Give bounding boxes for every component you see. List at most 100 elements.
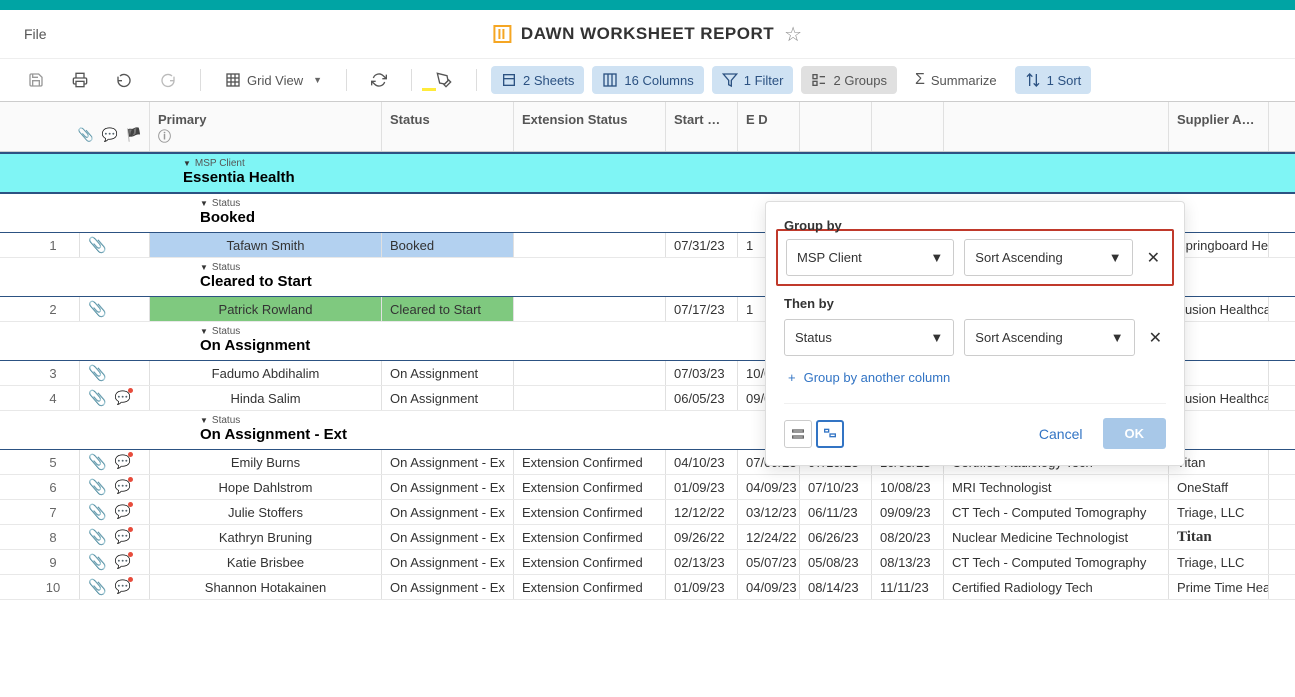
col-status[interactable]: Status [382, 102, 514, 151]
attachment-icon[interactable]: 📎 [88, 478, 107, 496]
cell-supplier[interactable]: Triage, LLC [1169, 550, 1269, 574]
cell-primary[interactable]: Fadumo Abdihalim [150, 361, 382, 385]
sort-button[interactable]: 1 Sort [1015, 66, 1092, 94]
cell-job[interactable]: CT Tech - Computed Tomography [944, 500, 1169, 524]
cell-date1[interactable]: 07/03/23 [666, 361, 738, 385]
cancel-button[interactable]: Cancel [1039, 426, 1083, 442]
cell-status[interactable]: Cleared to Start [382, 297, 514, 321]
cell-date2[interactable]: 04/09/23 [738, 475, 800, 499]
cell-primary[interactable]: Hope Dahlstrom [150, 475, 382, 499]
comment-icon[interactable]: 💬 [115, 529, 131, 545]
columns-button[interactable]: 16 Columns [592, 66, 703, 94]
comment-icon[interactable]: 💬 [115, 454, 131, 470]
cell-ext[interactable]: Extension Confirmed [514, 550, 666, 574]
group-sort-select-1[interactable]: Sort Ascending ▼ [964, 239, 1132, 276]
cell-supplier[interactable]: Triage, LLC [1169, 500, 1269, 524]
cell-date1[interactable]: 09/26/22 [666, 525, 738, 549]
info-icon[interactable]: ⓘ [158, 126, 171, 145]
cell-date1[interactable]: 07/17/23 [666, 297, 738, 321]
file-menu[interactable]: File [24, 26, 47, 42]
attachment-icon[interactable]: 📎 [88, 553, 107, 571]
cell-ext[interactable]: Extension Confirmed [514, 500, 666, 524]
cell-date4[interactable]: 08/20/23 [872, 525, 944, 549]
cell-date1[interactable]: 02/13/23 [666, 550, 738, 574]
comment-icon[interactable]: 💬 [115, 504, 131, 520]
remove-group-1[interactable]: ✕ [1143, 244, 1164, 272]
cell-supplier[interactable]: Prime Time Hea [1169, 575, 1269, 599]
save-button[interactable] [18, 66, 54, 94]
group-field-select-2[interactable]: Status ▼ [784, 319, 954, 356]
cell-ext[interactable]: Extension Confirmed [514, 575, 666, 599]
col-supplier[interactable]: Supplier Agen [1169, 102, 1269, 151]
col-job[interactable] [944, 102, 1169, 151]
redo-button[interactable] [150, 66, 186, 94]
cell-date4[interactable]: 11/11/23 [872, 575, 944, 599]
attachment-icon[interactable]: 📎 [88, 453, 107, 471]
grid-view-dropdown[interactable]: Grid View ▼ [215, 66, 332, 94]
cell-status[interactable]: On Assignment [382, 361, 514, 385]
cell-date1[interactable]: 01/09/23 [666, 575, 738, 599]
cell-supplier[interactable]: Titan [1169, 525, 1269, 549]
cell-primary[interactable]: Emily Burns [150, 450, 382, 474]
summarize-button[interactable]: Σ Summarize [905, 65, 1007, 95]
cell-date2[interactable]: 05/07/23 [738, 550, 800, 574]
col-6[interactable] [800, 102, 872, 151]
attachment-icon[interactable]: 📎 [88, 236, 107, 254]
refresh-button[interactable] [361, 66, 397, 94]
comment-icon[interactable]: 💬 [115, 579, 131, 595]
cell-date2[interactable]: 04/09/23 [738, 575, 800, 599]
cell-primary[interactable]: Julie Stoffers [150, 500, 382, 524]
star-icon[interactable]: ☆ [784, 22, 802, 47]
group-sort-select-2[interactable]: Sort Ascending ▼ [964, 319, 1134, 356]
cell-status[interactable]: Booked [382, 233, 514, 257]
attachment-icon[interactable]: 📎 [88, 578, 107, 596]
cell-date1[interactable]: 04/10/23 [666, 450, 738, 474]
table-row[interactable]: 8📎💬Kathryn BruningOn Assignment - ExExte… [0, 525, 1295, 550]
cell-primary[interactable]: Tafawn Smith [150, 233, 382, 257]
cell-job[interactable]: CT Tech - Computed Tomography [944, 550, 1169, 574]
cell-status[interactable]: On Assignment - Ex [382, 450, 514, 474]
table-row[interactable]: 7📎💬Julie StoffersOn Assignment - ExExten… [0, 500, 1295, 525]
filter-button[interactable]: 1 Filter [712, 66, 794, 94]
undo-button[interactable] [106, 66, 142, 94]
cell-supplier[interactable]: OneStaff [1169, 475, 1269, 499]
comment-icon[interactable]: 💬 [115, 390, 131, 406]
cell-primary[interactable]: Patrick Rowland [150, 297, 382, 321]
cell-date3[interactable]: 08/14/23 [800, 575, 872, 599]
cell-primary[interactable]: Kathryn Bruning [150, 525, 382, 549]
cell-date3[interactable]: 05/08/23 [800, 550, 872, 574]
attachment-icon[interactable]: 📎 [88, 364, 107, 382]
cell-ext[interactable] [514, 233, 666, 257]
col-start-date[interactable]: Start Date [666, 102, 738, 151]
col-ext-status[interactable]: Extension Status [514, 102, 666, 151]
cell-date2[interactable]: 03/12/23 [738, 500, 800, 524]
table-row[interactable]: 10📎💬Shannon HotakainenOn Assignment - Ex… [0, 575, 1295, 600]
table-row[interactable]: 6📎💬Hope DahlstromOn Assignment - ExExten… [0, 475, 1295, 500]
cell-date1[interactable]: 06/05/23 [666, 386, 738, 410]
cell-date3[interactable]: 06/26/23 [800, 525, 872, 549]
comment-icon[interactable]: 💬 [115, 554, 131, 570]
attachment-icon[interactable]: 📎 [88, 503, 107, 521]
cell-ext[interactable]: Extension Confirmed [514, 475, 666, 499]
sheets-button[interactable]: 2 Sheets [491, 66, 584, 94]
view-toggle-flat[interactable] [784, 420, 812, 448]
cell-status[interactable]: On Assignment [382, 386, 514, 410]
cell-job[interactable]: Nuclear Medicine Technologist [944, 525, 1169, 549]
cell-status[interactable]: On Assignment - Ex [382, 575, 514, 599]
attachment-icon[interactable]: 📎 [88, 528, 107, 546]
view-toggle-indent[interactable] [816, 420, 844, 448]
col-end-date[interactable]: E D [738, 102, 800, 151]
cell-date1[interactable]: 12/12/22 [666, 500, 738, 524]
cell-date3[interactable]: 06/11/23 [800, 500, 872, 524]
group-header[interactable]: ▼MSP ClientEssentia Health [0, 152, 1295, 194]
cell-status[interactable]: On Assignment - Ex [382, 550, 514, 574]
cell-ext[interactable] [514, 386, 666, 410]
highlight-button[interactable] [426, 66, 462, 94]
cell-status[interactable]: On Assignment - Ex [382, 500, 514, 524]
col-primary[interactable]: Primary [158, 112, 206, 127]
groups-button[interactable]: 2 Groups [801, 66, 896, 94]
group-field-select-1[interactable]: MSP Client ▼ [786, 239, 954, 276]
cell-ext[interactable]: Extension Confirmed [514, 450, 666, 474]
col-7[interactable] [872, 102, 944, 151]
print-button[interactable] [62, 66, 98, 94]
